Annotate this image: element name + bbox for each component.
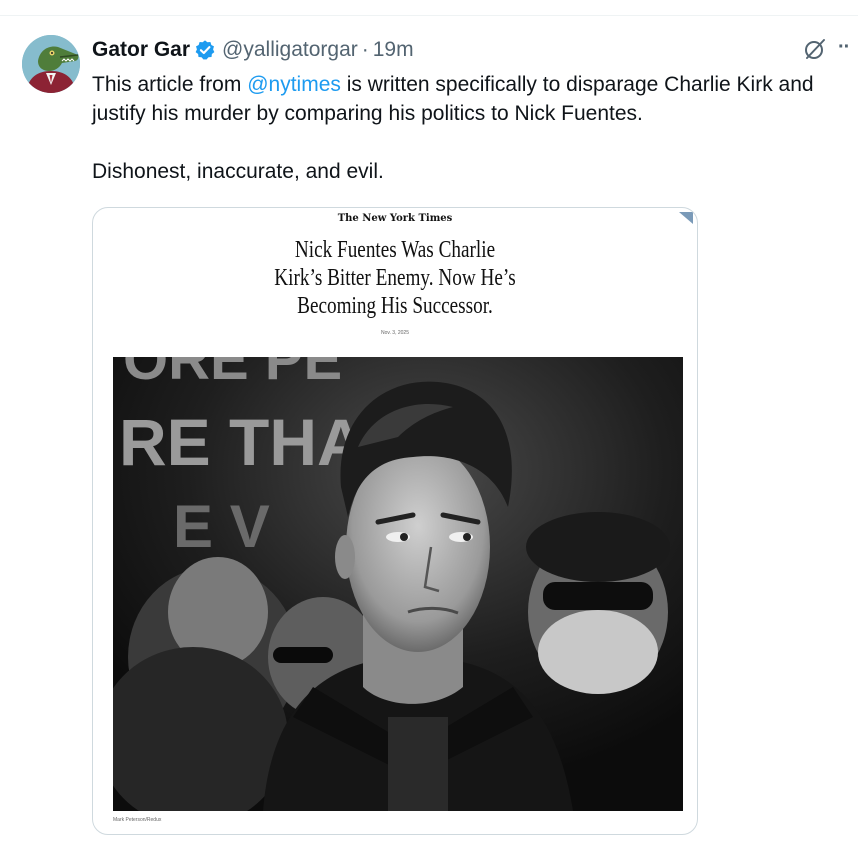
article-date: Nov. 3, 2025	[381, 330, 409, 336]
article-headline: Nick Fuentes Was Charlie Kirk’s Bitter E…	[153, 236, 636, 320]
separator-dot: ·	[361, 38, 369, 61]
headline-line: Kirk’s Bitter Enemy. Now He’s	[274, 265, 516, 291]
tweet-text-segment: This article from	[92, 73, 248, 96]
gator-avatar-icon	[22, 35, 80, 93]
publication-logo: The New York Times	[337, 213, 453, 224]
handle[interactable]: @yalligatorgar	[222, 38, 358, 62]
photo-credit: Mark Peterson/Redux	[113, 817, 162, 823]
sign-text: RE THA	[119, 405, 365, 479]
headline-line: Becoming His Successor.	[297, 293, 493, 319]
sign-text: E V	[173, 493, 270, 560]
top-divider	[0, 15, 858, 16]
media-card[interactable]: The New York Times Nick Fuentes Was Char…	[92, 207, 698, 835]
image-corner-icon	[679, 212, 693, 224]
display-name[interactable]: Gator Gar	[92, 38, 190, 62]
avatar[interactable]	[22, 35, 80, 93]
headline-line: Nick Fuentes Was Charlie	[294, 237, 496, 263]
portrait-photo: ORE PE RE THA E V	[113, 357, 683, 811]
tweet-paragraph-1: This article from @nytimes is written sp…	[92, 70, 852, 128]
article-photo: ORE PE RE THA E V	[113, 357, 683, 811]
tweet-text: This article from @nytimes is written sp…	[92, 70, 852, 186]
sign-text: ORE PE	[123, 357, 342, 392]
tweet-header: Gator Gar @yalligatorgar · 19m	[92, 36, 414, 64]
tweet-paragraph-2: Dishonest, inaccurate, and evil.	[92, 160, 384, 183]
grok-icon[interactable]	[803, 37, 827, 61]
mention-link[interactable]: @nytimes	[247, 73, 341, 96]
timestamp[interactable]: 19m	[373, 38, 414, 62]
more-options-icon[interactable]: ··	[838, 36, 850, 59]
verified-badge-icon[interactable]	[194, 39, 216, 61]
